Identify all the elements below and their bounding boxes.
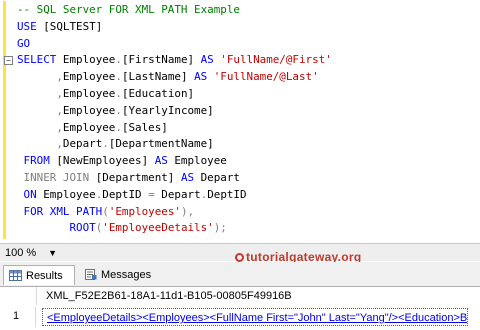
code-token: [YearlyIncome] (121, 103, 214, 117)
code-token: DeptID (207, 187, 247, 201)
code-token: Employee (174, 154, 227, 168)
code-token: -- SQL Server FOR XML PATH Example (17, 3, 240, 16)
chevron-down-icon[interactable]: ▼ (48, 246, 57, 260)
grid-icon (9, 270, 22, 281)
zoom-value: 100 % (5, 247, 37, 259)
grid-header: XML_F52E2B61-18A1-11d1-B105-00805F49916B (0, 287, 480, 305)
code-line[interactable]: ,Employee.[LastName] AS 'FullName/@Last' (17, 69, 332, 86)
code-token: Employee (43, 187, 96, 201)
code-line[interactable]: FROM [NewEmployees] AS Employee (17, 153, 332, 170)
code-token: [Education] (121, 86, 195, 100)
code-token: Employee (62, 53, 116, 67)
tab-results[interactable]: Results (3, 265, 75, 285)
code-line[interactable]: − SELECT Employee.[FirstName] AS 'FullNam… (4, 52, 332, 69)
code-line[interactable]: -- SQL Server FOR XML PATH Example (17, 2, 332, 19)
zoom-dropdown[interactable]: 100 % ▼ (2, 245, 62, 261)
code-token: [SQLTEST] (43, 19, 103, 33)
code-token: ON (17, 187, 44, 201)
code-token: USE (17, 19, 44, 33)
row-number[interactable]: 1 (0, 307, 36, 327)
code-line[interactable]: USE [SQLTEST] (17, 19, 332, 36)
code-line[interactable]: INNER JOIN [Department] AS Depart (17, 170, 332, 187)
code-token: [NewEmployees] (56, 154, 155, 168)
grid-corner[interactable] (0, 287, 37, 305)
code-token: GO (17, 36, 31, 50)
column-header[interactable]: XML_F52E2B61-18A1-11d1-B105-00805F49916B (46, 287, 292, 305)
code-token: 'FullName/@First' (220, 53, 332, 67)
code-token: FROM (17, 154, 57, 168)
code-line[interactable]: ,Employee.[YearlyIncome] (17, 103, 332, 120)
tab-messages-label: Messages (101, 269, 152, 281)
code-line[interactable]: GO (17, 36, 332, 53)
code-token: 'EmployeeDetails' (102, 221, 214, 235)
code-token: [Department] (95, 170, 181, 184)
code-token: ROOT (69, 221, 96, 235)
query-editor[interactable]: -- SQL Server FOR XML PATH Example USE [S… (0, 0, 480, 242)
tab-messages[interactable]: Messages (79, 265, 155, 285)
code-token: [LastName] (121, 70, 195, 84)
collapse-icon[interactable]: − (4, 56, 13, 66)
messages-icon (85, 269, 97, 280)
code-line[interactable]: ,Employee.[Education] (17, 86, 332, 103)
results-grid[interactable]: XML_F52E2B61-18A1-11d1-B105-00805F49916B… (0, 286, 480, 330)
results-tabstrip: Results Messages (0, 262, 480, 286)
xml-result-link[interactable]: <EmployeeDetails><Employees><FullName Fi… (42, 308, 468, 326)
code-line[interactable]: ,Employee.[Sales] (17, 120, 332, 137)
code-token: 'Employees' (108, 204, 181, 218)
code-token: [DepartmentName] (108, 137, 214, 151)
code-token: DeptID (102, 187, 149, 201)
code-token: ); (213, 221, 227, 235)
code-token: AS (154, 154, 175, 168)
code-token: 'FullName/@Last' (213, 70, 319, 84)
change-tracking-bar (3, 1, 6, 239)
code-token: Depart (161, 187, 201, 201)
code-token: AS (194, 70, 214, 84)
code-token: [Sales] (121, 120, 168, 134)
code-token: Employee (62, 120, 116, 134)
code-line[interactable]: ON Employee.DeptID = Depart.DeptID (17, 187, 332, 204)
code-token: AS (200, 53, 221, 67)
code-token: Employee (62, 103, 116, 117)
watermark-logo-icon (235, 253, 244, 262)
table-row[interactable]: 1 <EmployeeDetails><Employees><FullName … (0, 307, 480, 327)
code-token: = (148, 187, 162, 201)
code-token: ), (180, 204, 195, 218)
tab-results-label: Results (26, 270, 63, 282)
sql-code[interactable]: -- SQL Server FOR XML PATH Example USE [S… (4, 2, 332, 237)
code-token: [FirstName] (121, 53, 201, 67)
code-token: INNER JOIN (17, 170, 96, 184)
code-token: Depart (62, 137, 103, 151)
code-line[interactable]: ,Depart.[DepartmentName] (17, 136, 332, 153)
code-line[interactable]: ROOT('EmployeeDetails'); (17, 220, 332, 237)
code-token: FOR XML PATH (17, 204, 103, 218)
code-line[interactable]: FOR XML PATH('Employees'), (17, 204, 332, 221)
code-token: Employee (62, 86, 116, 100)
code-token: Depart (200, 170, 240, 184)
code-token: AS (180, 170, 201, 184)
code-token: SELECT (17, 53, 63, 67)
code-token: Employee (62, 70, 116, 84)
